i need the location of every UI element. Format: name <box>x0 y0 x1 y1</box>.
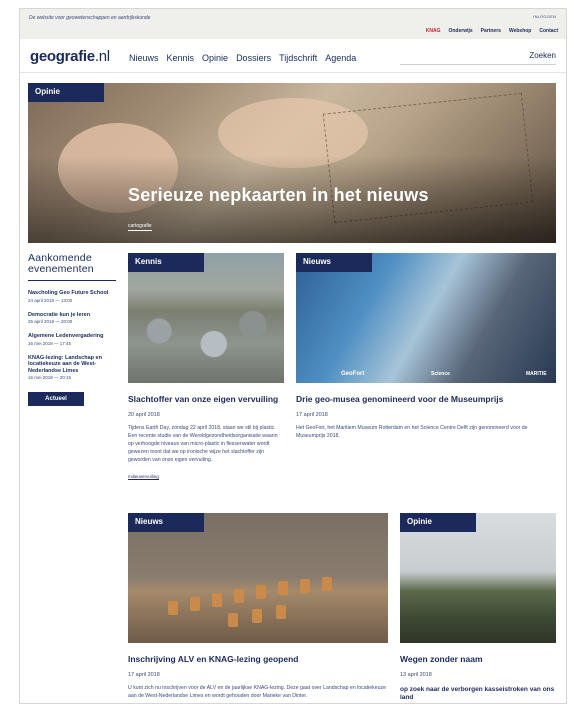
page-frame: De website voor geowetenschappen en aard… <box>19 8 567 704</box>
logo-main: geografie <box>30 48 95 65</box>
event-date: 24 april 2018 — 13:00 <box>28 297 73 303</box>
hero-title[interactable]: Serieuze nepkaarten in het nieuws <box>128 185 429 206</box>
login-link[interactable]: INLOGGEN <box>533 14 556 19</box>
top-link-partners[interactable]: Partners <box>481 28 501 34</box>
card-image-chairs[interactable]: Nieuws <box>128 513 388 643</box>
article-card[interactable]: Nieuws Inschrijving ALV en KNAG-lezing g… <box>128 513 388 700</box>
top-link-knag[interactable]: KNAG <box>426 28 441 34</box>
card-category-tag: Nieuws <box>296 253 372 272</box>
search-underline <box>400 64 556 65</box>
events-heading: Aankomende evenementen <box>28 252 94 275</box>
chair-shape <box>234 589 244 603</box>
nav-item-dossiers[interactable]: Dossiers <box>236 53 271 63</box>
card-title[interactable]: Wegen zonder naam <box>400 654 556 664</box>
card-summary: Het GeoFort, het Maritiem Museum Rotterd… <box>296 425 528 439</box>
chair-shape <box>256 585 266 599</box>
main-nav: geografie.nl Nieuws Kennis Opinie Dossie… <box>20 39 566 73</box>
nav-item-kennis[interactable]: Kennis <box>167 53 195 63</box>
card-category-tag: Kennis <box>128 253 204 272</box>
chair-shape <box>212 593 222 607</box>
event-title[interactable]: Nascholing Geo Future School <box>28 290 120 297</box>
hero-category-tag: Opinie <box>28 83 104 102</box>
event-title[interactable]: KNAG-lezing: Landschap en locatiekeuze a… <box>28 355 120 375</box>
card-title[interactable]: Slachtoffer van onze eigen vervuiling <box>128 394 284 404</box>
event-item[interactable]: Nascholing Geo Future School 24 april 20… <box>28 290 120 303</box>
card-title[interactable]: Inschrijving ALV en KNAG-lezing geopend <box>128 654 388 664</box>
nav-item-agenda[interactable]: Agenda <box>325 53 356 63</box>
search-link[interactable]: Zoeken <box>529 51 556 60</box>
event-date: 25 april 2018 — 20:00 <box>28 319 73 324</box>
site-logo[interactable]: geografie.nl <box>30 48 110 65</box>
nav-item-nieuws[interactable]: Nieuws <box>129 53 159 63</box>
card-summary: U kunt zich nu inschrijven voor de ALV e… <box>128 685 386 699</box>
card-date: 17 april 2018 <box>296 412 328 418</box>
card-date: 17 april 2018 <box>128 672 160 678</box>
image-label-science: Science <box>431 371 450 377</box>
chair-shape <box>190 597 200 611</box>
nav-links: Nieuws Kennis Opinie Dossiers Tijdschrif… <box>129 53 356 63</box>
card-title[interactable]: Drie geo-musea genomineerd voor de Museu… <box>296 394 556 404</box>
card-image-road[interactable]: Opinie <box>400 513 556 643</box>
event-item[interactable]: KNAG-lezing: Landschap en locatiekeuze a… <box>28 355 120 381</box>
events-divider <box>28 280 116 281</box>
site-tagline: De website voor geowetenschappen en aard… <box>29 15 151 21</box>
top-link-webshop[interactable]: Webshop <box>509 28 531 34</box>
top-link-contact[interactable]: Contact <box>539 28 558 34</box>
actueel-button[interactable]: Actueel <box>28 392 84 406</box>
chair-shape <box>322 577 332 591</box>
card-category-tag: Nieuws <box>128 513 204 532</box>
top-links: KNAG Onderwijs Partners Webshop Contact <box>426 28 558 34</box>
event-item[interactable]: Algemene Ledenvergadering 16 mei 2018 — … <box>28 333 120 346</box>
top-link-onderwijs[interactable]: Onderwijs <box>448 28 472 34</box>
card-subtitle[interactable]: op zoek naar de verborgen kasseistroken … <box>400 686 556 702</box>
card-date: 13 april 2018 <box>400 672 432 678</box>
nav-item-opinie[interactable]: Opinie <box>202 53 228 63</box>
event-date: 16 mei 2018 — 17:45 <box>28 340 72 346</box>
article-card[interactable]: Opinie Wegen zonder naam 13 april 2018 o… <box>400 513 556 702</box>
article-card[interactable]: Nieuws GeoFort Science MARITIE Drie geo-… <box>296 253 556 440</box>
chair-shape <box>168 601 178 615</box>
event-title[interactable]: Democratie kun je leren <box>28 312 120 319</box>
top-bar: De website voor geowetenschappen en aard… <box>20 9 566 39</box>
card-topic-tag[interactable]: milieuvervuiling <box>128 474 159 480</box>
card-summary: Tijdens Earth Day, zondag 22 april 2018,… <box>128 425 278 463</box>
hero-topic-tag[interactable]: cartografie <box>128 223 152 231</box>
chair-shape <box>278 581 288 595</box>
nav-item-tijdschrift[interactable]: Tijdschrift <box>279 53 317 63</box>
card-image-museums[interactable]: Nieuws GeoFort Science MARITIE <box>296 253 556 383</box>
event-date: 16 mei 2018 — 20:15 <box>28 375 72 380</box>
card-date: 20 april 2018 <box>128 412 160 418</box>
event-item[interactable]: Democratie kun je leren 25 april 2018 — … <box>28 312 120 325</box>
events-sidebar: Aankomende evenementen Nascholing Geo Fu… <box>28 253 120 406</box>
logo-suffix: .nl <box>94 48 110 65</box>
card-category-tag: Opinie <box>400 513 476 532</box>
hero-shade <box>28 83 556 243</box>
chair-shape <box>276 605 286 619</box>
card-image-plastic[interactable]: Kennis <box>128 253 284 383</box>
event-title[interactable]: Algemene Ledenvergadering <box>28 333 120 340</box>
image-label-geofort: GeoFort <box>341 371 365 377</box>
image-label-maritiem: MARITIE <box>526 371 547 377</box>
article-card[interactable]: Kennis Slachtoffer van onze eigen vervui… <box>128 253 284 483</box>
chair-shape <box>252 609 262 623</box>
chair-shape <box>228 613 238 627</box>
hero-article[interactable]: Opinie Serieuze nepkaarten in het nieuws… <box>28 83 556 243</box>
chair-shape <box>300 579 310 593</box>
